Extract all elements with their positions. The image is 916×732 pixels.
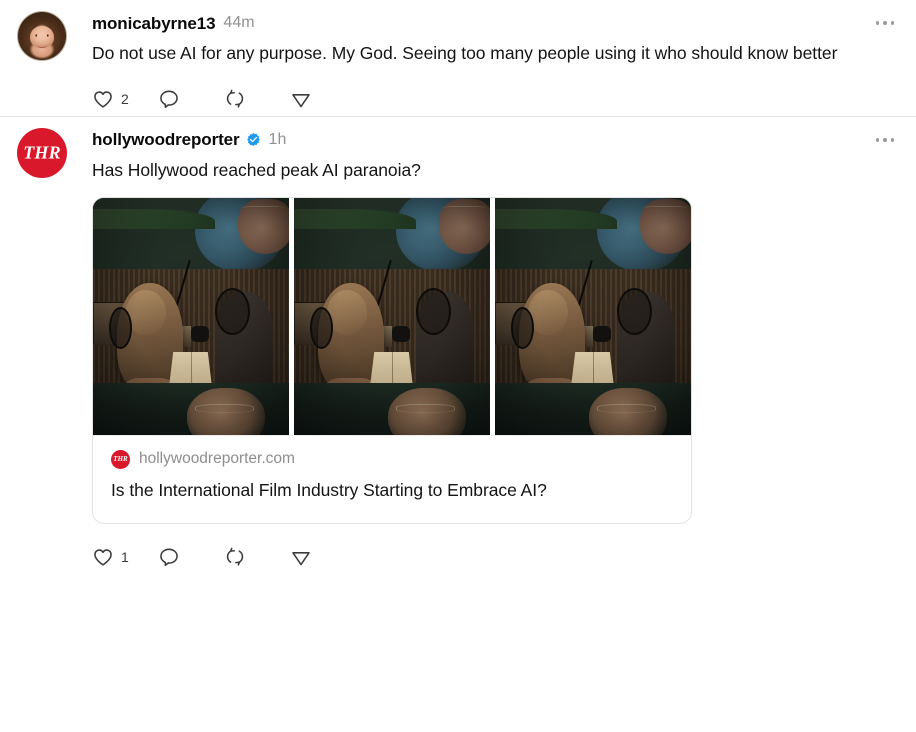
avatar-smile: [36, 42, 48, 48]
link-domain-row: THR hollywoodreporter.com: [111, 449, 673, 469]
preview-panel: [495, 197, 691, 435]
post-text: Do not use AI for any purpose. My God. S…: [92, 43, 838, 63]
avatar[interactable]: [17, 11, 67, 61]
avatar[interactable]: THR: [17, 127, 67, 178]
still-vignette: [294, 197, 490, 435]
like-button[interactable]: 2: [92, 88, 158, 110]
share-button[interactable]: [290, 546, 356, 568]
like-count: 1: [121, 549, 129, 566]
author-username[interactable]: hollywoodreporter: [92, 131, 240, 148]
preview-panel: [93, 197, 289, 435]
post-header: monicabyrne13 44m: [92, 11, 856, 35]
film-still: [495, 197, 691, 435]
share-button[interactable]: [290, 88, 356, 110]
repost-button[interactable]: [224, 88, 290, 110]
link-title: Is the International Film Industry Start…: [111, 479, 547, 500]
preview-panel: [294, 197, 490, 435]
comment-icon: [160, 90, 178, 108]
share-icon: [292, 93, 310, 108]
link-preview-image[interactable]: [93, 197, 691, 436]
favicon-text: THR: [113, 454, 128, 463]
verified-badge-icon: [246, 133, 260, 147]
like-button[interactable]: 1: [92, 546, 158, 568]
more-options-icon: [890, 21, 895, 25]
repost-icon: [226, 89, 244, 108]
repost-button[interactable]: [224, 546, 290, 568]
more-options-button[interactable]: [870, 14, 900, 32]
more-options-button[interactable]: [870, 131, 900, 149]
feed-post[interactable]: THR hollywoodreporter 1h Has Hollywood r…: [0, 116, 916, 575]
still-vignette: [93, 197, 289, 435]
link-domain: hollywoodreporter.com: [139, 450, 295, 468]
post-actions: 1: [92, 540, 856, 574]
post-header: hollywoodreporter 1h: [92, 128, 856, 152]
social-feed: monicabyrne13 44m Do not use AI for any …: [0, 0, 916, 732]
heart-icon: [94, 549, 112, 566]
repost-icon: [226, 547, 244, 566]
link-preview-body: THR hollywoodreporter.com Is the Interna…: [93, 436, 691, 523]
more-options-icon: [875, 21, 880, 25]
comment-icon: [160, 548, 178, 567]
more-options-icon: [890, 138, 895, 142]
post-timestamp: 1h: [268, 130, 287, 148]
post-actions: 2: [92, 82, 856, 116]
post-text: Has Hollywood reached peak AI paranoia?: [92, 159, 421, 180]
avatar-image-hollywoodreporter[interactable]: THR: [17, 127, 67, 178]
avatar-logo-text: THR: [23, 142, 61, 163]
feed-post[interactable]: monicabyrne13 44m Do not use AI for any …: [0, 0, 916, 116]
avatar-image-monicabyrne13[interactable]: [17, 11, 67, 61]
more-options-icon: [883, 21, 887, 25]
link-preview-card[interactable]: THR hollywoodreporter.com Is the Interna…: [92, 196, 692, 525]
share-icon: [292, 552, 310, 566]
reply-button[interactable]: [158, 546, 224, 568]
still-vignette: [495, 197, 691, 435]
more-options-icon: [875, 138, 880, 142]
heart-icon: [94, 91, 112, 108]
film-still: [93, 197, 289, 435]
site-favicon-icon: THR: [111, 449, 130, 469]
author-username[interactable]: monicabyrne13: [92, 15, 216, 32]
avatar-eyes: [33, 33, 51, 37]
post-timestamp: 44m: [223, 14, 255, 31]
film-still: [294, 197, 490, 435]
more-options-icon: [883, 138, 887, 142]
reply-button[interactable]: [158, 88, 224, 110]
like-count: 2: [121, 90, 129, 107]
